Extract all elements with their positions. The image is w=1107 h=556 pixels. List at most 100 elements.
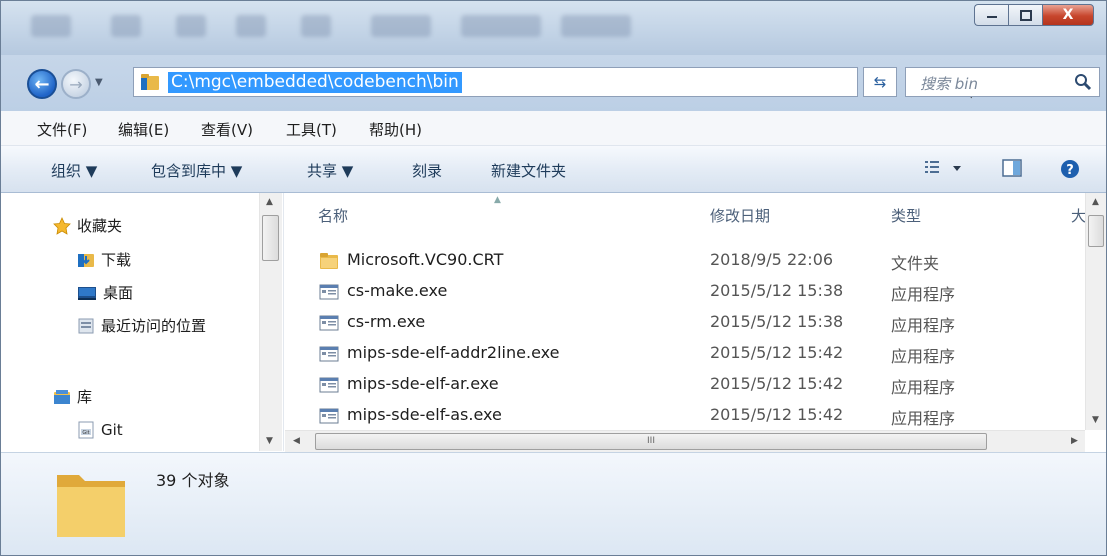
application-icon xyxy=(319,346,339,362)
menu-file[interactable]: 文件(F) xyxy=(37,119,87,140)
include-library-button[interactable]: 包含到库中 ▼ xyxy=(151,160,242,181)
scroll-down-icon[interactable]: ▼ xyxy=(1092,415,1099,425)
application-icon xyxy=(319,315,339,331)
sort-ascending-icon: ▲ xyxy=(494,195,501,205)
nav-downloads[interactable]: 下载 xyxy=(77,249,131,270)
file-list: ▲ 名称 修改日期 类型 大 Microsoft.VC90.CRT 2018/9/… xyxy=(285,193,1085,430)
organize-button[interactable]: 组织 ▼ xyxy=(51,160,97,181)
column-name[interactable]: 名称 xyxy=(318,205,348,226)
nav-favorites[interactable]: 收藏夹 xyxy=(53,215,122,236)
scroll-grip: III xyxy=(647,436,655,446)
git-library-icon: Git xyxy=(78,421,94,439)
maximize-button[interactable] xyxy=(1008,4,1042,26)
close-icon: X xyxy=(1062,7,1074,23)
nav-git-label: Git xyxy=(101,421,123,439)
navigation-pane: 收藏夹 下载 桌面 最近访问的位置 库 Git Git xyxy=(1,193,284,451)
file-row[interactable]: mips-sde-elf-addr2line.exe 2015/5/12 15:4… xyxy=(285,338,1065,369)
refresh-icon: ⇆ xyxy=(873,73,887,91)
file-row[interactable]: mips-sde-elf-as.exe 2015/5/12 15:42 应用程序 xyxy=(285,400,1065,430)
menu-tools[interactable]: 工具(T) xyxy=(286,119,337,140)
file-type: 应用程序 xyxy=(891,347,956,366)
nav-desktop-label: 桌面 xyxy=(103,284,134,302)
arrow-right-icon: → xyxy=(69,74,83,94)
file-row[interactable]: mips-sde-elf-ar.exe 2015/5/12 15:42 应用程序 xyxy=(285,369,1065,400)
file-row[interactable]: cs-make.exe 2015/5/12 15:38 应用程序 xyxy=(285,276,1065,307)
minimize-icon xyxy=(986,16,997,18)
nav-scrollbar[interactable]: ▲ ▼ xyxy=(259,193,282,451)
file-list-scroll-thumb[interactable] xyxy=(1088,215,1104,247)
address-toolbar: ← → ▼ C:\mgc\embedded\codebench\bin ▼ ⇆ … xyxy=(1,55,1106,111)
star-icon xyxy=(53,216,71,235)
history-dropdown-icon[interactable]: ▼ xyxy=(95,77,103,88)
forward-button[interactable]: → xyxy=(61,69,91,99)
preview-pane-icon[interactable] xyxy=(1001,158,1023,178)
nav-desktop[interactable]: 桌面 xyxy=(77,282,133,303)
address-bar[interactable]: C:\mgc\embedded\codebench\bin ▼ xyxy=(133,67,975,100)
nav-scroll-thumb[interactable] xyxy=(262,215,279,261)
nav-recent[interactable]: 最近访问的位置 xyxy=(77,315,206,336)
file-date: 2015/5/12 15:38 xyxy=(710,281,844,300)
scroll-up-icon[interactable]: ▲ xyxy=(1092,197,1099,207)
file-name: Microsoft.VC90.CRT xyxy=(347,250,504,269)
search-box[interactable]: 搜索 bin xyxy=(905,67,1100,97)
file-date: 2018/9/5 22:06 xyxy=(710,250,834,269)
folder-icon xyxy=(141,74,159,90)
library-icon xyxy=(54,389,70,404)
minimize-button[interactable] xyxy=(974,4,1008,26)
file-name: cs-make.exe xyxy=(347,281,448,300)
file-list-scrollbar[interactable]: ▲ ▼ xyxy=(1085,193,1106,430)
column-size[interactable]: 大 xyxy=(1071,205,1085,226)
column-type[interactable]: 类型 xyxy=(891,205,921,226)
file-row[interactable]: cs-rm.exe 2015/5/12 15:38 应用程序 xyxy=(285,307,1065,338)
file-date: 2015/5/12 15:42 xyxy=(710,343,844,362)
horizontal-scroll-thumb[interactable]: III xyxy=(315,433,987,450)
column-date[interactable]: 修改日期 xyxy=(710,205,770,226)
downloads-folder-icon xyxy=(78,253,94,267)
burn-button[interactable]: 刻录 xyxy=(412,160,442,181)
menu-bar: 文件(F) 编辑(E) 查看(V) 工具(T) 帮助(H) xyxy=(1,111,1106,146)
back-button[interactable]: ← xyxy=(27,69,57,99)
file-name: mips-sde-elf-ar.exe xyxy=(347,374,499,393)
folder-icon xyxy=(320,253,338,269)
help-icon[interactable]: ? xyxy=(1059,158,1081,180)
nav-libraries[interactable]: 库 xyxy=(53,386,92,407)
view-options-icon[interactable] xyxy=(923,158,967,178)
file-type: 文件夹 xyxy=(891,254,940,273)
nav-libraries-label: 库 xyxy=(77,388,93,406)
file-date: 2015/5/12 15:38 xyxy=(710,312,844,331)
file-type: 应用程序 xyxy=(891,285,956,304)
close-button[interactable]: X xyxy=(1042,4,1094,26)
share-button[interactable]: 共享 ▼ xyxy=(307,160,353,181)
large-folder-icon xyxy=(57,475,125,537)
new-folder-button[interactable]: 新建文件夹 xyxy=(491,160,566,181)
file-type: 应用程序 xyxy=(891,409,956,428)
scroll-left-icon[interactable]: ◀ xyxy=(293,436,300,446)
menu-help[interactable]: 帮助(H) xyxy=(369,119,422,140)
file-date: 2015/5/12 15:42 xyxy=(710,374,844,393)
menu-view[interactable]: 查看(V) xyxy=(201,119,253,140)
search-placeholder[interactable]: 搜索 bin xyxy=(920,73,978,94)
file-row[interactable]: Microsoft.VC90.CRT 2018/9/5 22:06 文件夹 xyxy=(285,245,1065,276)
scroll-right-icon[interactable]: ▶ xyxy=(1071,436,1078,446)
item-count: 39 个对象 xyxy=(156,471,230,490)
application-icon xyxy=(319,408,339,424)
nav-git[interactable]: Git Git xyxy=(77,421,123,439)
recent-places-icon xyxy=(78,318,94,333)
svg-text:Git: Git xyxy=(82,430,89,436)
file-name: mips-sde-elf-addr2line.exe xyxy=(347,343,560,362)
scroll-down-icon[interactable]: ▼ xyxy=(266,436,273,446)
search-icon[interactable] xyxy=(1073,72,1093,92)
address-path[interactable]: C:\mgc\embedded\codebench\bin xyxy=(168,72,462,93)
file-name: mips-sde-elf-as.exe xyxy=(347,405,502,424)
horizontal-scrollbar[interactable]: ◀ III ▶ xyxy=(285,430,1085,452)
application-icon xyxy=(319,284,339,300)
command-bar: 组织 ▼ 包含到库中 ▼ 共享 ▼ 刻录 新建文件夹 ? xyxy=(1,146,1106,193)
nav-recent-label: 最近访问的位置 xyxy=(101,317,207,335)
menu-edit[interactable]: 编辑(E) xyxy=(118,119,169,140)
refresh-button[interactable]: ⇆ xyxy=(863,67,897,97)
explorer-window: X ← → ▼ C:\mgc\embedded\codebench\bin ▼ … xyxy=(0,0,1107,556)
title-bar[interactable]: X xyxy=(1,1,1106,55)
file-name: cs-rm.exe xyxy=(347,312,426,331)
maximize-icon xyxy=(1019,9,1032,21)
scroll-up-icon[interactable]: ▲ xyxy=(266,197,273,207)
